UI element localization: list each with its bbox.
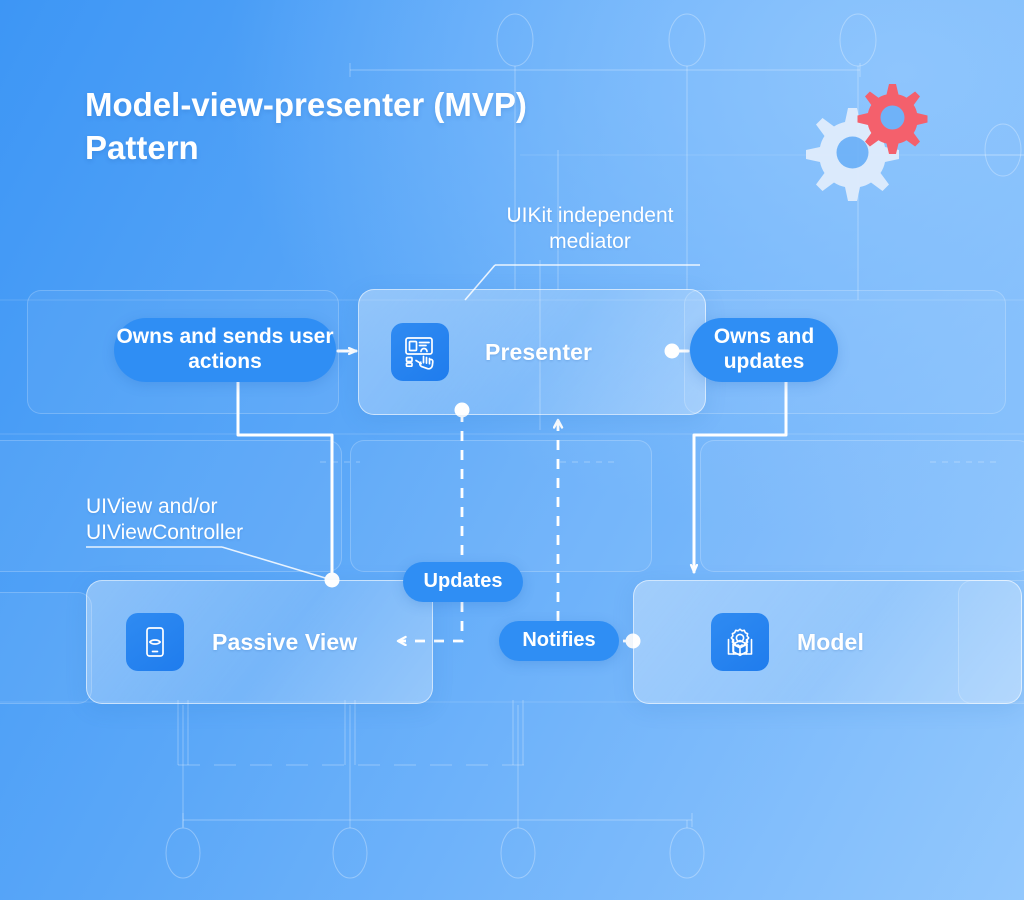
pill-updates[interactable]: Updates — [403, 562, 523, 602]
node-passive-view-label: Passive View — [212, 628, 358, 655]
mobile-view-icon — [126, 613, 184, 671]
node-model-label: Model — [797, 628, 864, 655]
pill-owns-and-updates[interactable]: Owns and updates — [690, 318, 838, 382]
pill-owns-and-sends-user-actions[interactable]: Owns and sends user actions — [114, 318, 336, 382]
node-presenter-label: Presenter — [485, 338, 593, 365]
page-title: Model-view-presenter (MVP) Pattern — [85, 86, 527, 166]
cube-gear-icon — [711, 613, 769, 671]
node-model[interactable]: Model — [633, 580, 1022, 704]
node-passive-view[interactable]: Passive View — [86, 580, 433, 704]
presentation-pointer-icon — [391, 323, 449, 381]
pill-notifies[interactable]: Notifies — [499, 621, 619, 661]
diagram-canvas: Model-view-presenter (MVP) Pattern UIKit… — [0, 0, 1024, 900]
node-presenter[interactable]: Presenter — [358, 289, 706, 415]
callout-presenter-text: UIKit independent mediator — [506, 204, 674, 253]
callout-view-text: UIView and/or UIViewController — [86, 495, 244, 544]
decor-panel — [0, 592, 92, 704]
decor-panel — [700, 440, 1024, 572]
decor-panel — [350, 440, 652, 572]
